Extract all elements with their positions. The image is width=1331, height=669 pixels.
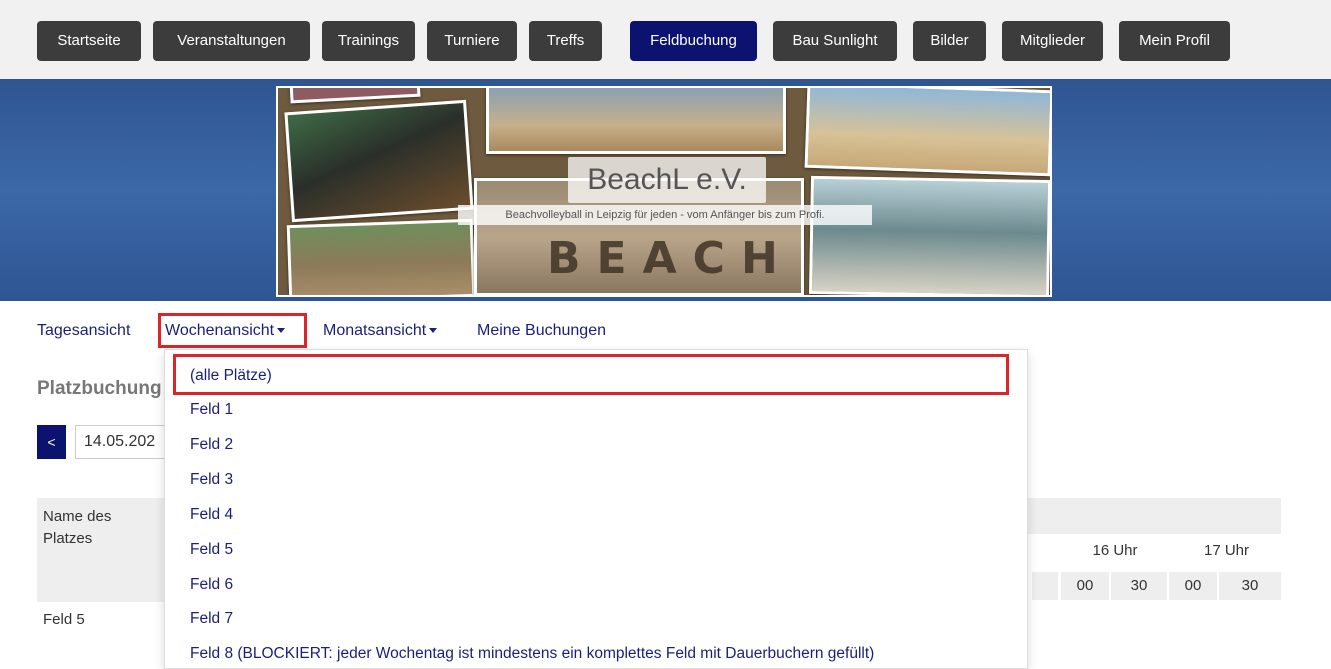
nav-mein-profil[interactable]: Mein Profil xyxy=(1119,21,1230,61)
column-header-name: Name des Platzes xyxy=(37,498,164,602)
nav-feldbuchung[interactable]: Feldbuchung xyxy=(630,21,757,61)
prev-week-button[interactable]: < xyxy=(37,425,66,459)
wochenansicht-dropdown: (alle Plätze) Feld 1 Feld 2 Feld 3 Feld … xyxy=(164,349,1028,669)
subnav-tagesansicht[interactable]: Tagesansicht xyxy=(37,317,130,345)
dropdown-item-feld-5[interactable]: Feld 5 xyxy=(190,538,233,562)
photo-1 xyxy=(289,88,421,104)
highlight-wochenansicht xyxy=(158,313,307,348)
nav-turniere[interactable]: Turniere xyxy=(427,21,517,61)
nav-bilder[interactable]: Bilder xyxy=(913,21,986,61)
nav-trainings[interactable]: Trainings xyxy=(322,21,415,61)
dropdown-item-feld-6[interactable]: Feld 6 xyxy=(190,573,233,597)
subnav-monatsansicht[interactable]: Monatsansicht xyxy=(323,317,438,345)
caret-down-icon xyxy=(429,328,438,334)
hour-header-16: 16 Uhr xyxy=(1061,537,1169,565)
dropdown-item-feld-1[interactable]: Feld 1 xyxy=(190,398,233,422)
nav-treffs[interactable]: Treffs xyxy=(529,21,602,61)
hour-header-17: 17 Uhr xyxy=(1172,537,1281,565)
site-title: BeachL e.V. xyxy=(568,157,766,203)
photo-outdoor-crowd xyxy=(286,218,476,295)
minute-cell: 30 xyxy=(1111,572,1167,600)
highlight-alle-plaetze xyxy=(173,354,1009,395)
sand-letters-text: BEACH xyxy=(547,233,794,284)
header-banner: BEACH BeachL e.V. Beachvolleyball in Lei… xyxy=(0,79,1331,301)
page-heading: Platzbuchung xyxy=(37,378,162,399)
table-row-label: Feld 5 xyxy=(43,611,85,628)
dropdown-item-feld-3[interactable]: Feld 3 xyxy=(190,468,233,492)
photo-beach-court xyxy=(804,88,1050,177)
minute-cell: 00 xyxy=(1061,572,1109,600)
photo-group-beach xyxy=(486,88,786,154)
minute-cell-partial xyxy=(1032,572,1058,600)
minute-cell: 00 xyxy=(1169,572,1217,600)
photo-group-indoor xyxy=(284,99,474,223)
dropdown-item-feld-4[interactable]: Feld 4 xyxy=(190,503,233,527)
photo-indoor-beach xyxy=(808,175,1050,295)
site-subtitle: Beachvolleyball in Leipzig für jeden - v… xyxy=(458,205,872,225)
subnav-monatsansicht-label: Monatsansicht xyxy=(323,322,427,339)
subnav-meine-buchungen[interactable]: Meine Buchungen xyxy=(477,317,606,345)
photo-collage: BEACH BeachL e.V. Beachvolleyball in Lei… xyxy=(276,86,1052,297)
nav-mitglieder[interactable]: Mitglieder xyxy=(1002,21,1103,61)
nav-startseite[interactable]: Startseite xyxy=(37,21,141,61)
dropdown-item-feld-8[interactable]: Feld 8 (BLOCKIERT: jeder Wochentag ist m… xyxy=(190,642,874,666)
nav-veranstaltungen[interactable]: Veranstaltungen xyxy=(153,21,310,61)
minute-cell: 30 xyxy=(1219,572,1281,600)
dropdown-item-feld-2[interactable]: Feld 2 xyxy=(190,433,233,457)
dropdown-item-feld-7[interactable]: Feld 7 xyxy=(190,607,233,631)
column-header-name-label: Name des Platzes xyxy=(43,508,112,547)
top-navigation: Startseite Veranstaltungen Trainings Tur… xyxy=(0,0,1331,79)
nav-bau-sunlight[interactable]: Bau Sunlight xyxy=(773,21,897,61)
